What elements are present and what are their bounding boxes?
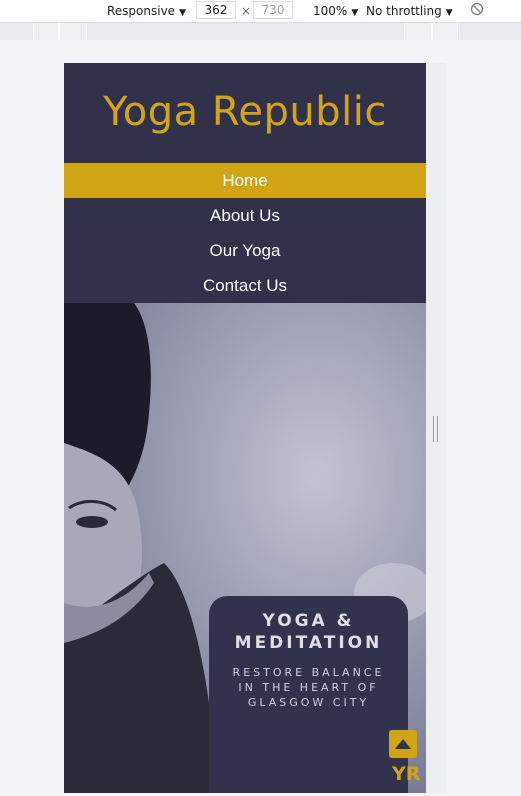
ruler-segment[interactable]	[432, 23, 458, 40]
site-logo[interactable]: Yoga Republic	[103, 89, 387, 135]
media-query-ruler[interactable]	[0, 23, 521, 40]
no-rotate-icon[interactable]	[470, 2, 484, 16]
main-nav: Home About Us Our Yoga Contact Us	[64, 163, 426, 303]
hero-section: YOGA & MEDITATION RESTORE BALANCE IN THE…	[64, 303, 426, 793]
ruler-segment[interactable]	[33, 23, 59, 40]
throttle-label: No throttling	[366, 4, 442, 18]
throttle-select[interactable]: No throttling ▼	[366, 3, 453, 21]
height-input[interactable]: 730	[253, 1, 293, 19]
caret-down-icon: ▼	[351, 8, 359, 18]
device-select[interactable]: Responsive ▼	[107, 3, 186, 21]
devtools-device-toolbar: Responsive ▼ 362 × 730 100% ▼ No throttlin…	[0, 0, 521, 23]
nav-item-home[interactable]: Home	[64, 163, 426, 198]
site-header: Yoga Republic	[64, 63, 426, 163]
triangle-up-icon	[395, 739, 411, 749]
hero-subtitle: RESTORE BALANCE IN THE HEART OF GLASGOW …	[232, 666, 385, 709]
hero-title-line2: MEDITATION	[234, 633, 383, 653]
caret-down-icon: ▼	[179, 8, 186, 18]
caret-down-icon: ▼	[445, 8, 453, 18]
hero-card: YOGA & MEDITATION RESTORE BALANCE IN THE…	[209, 596, 408, 793]
nav-item-contact-us[interactable]: Contact Us	[64, 268, 426, 303]
zoom-label: 100%	[313, 4, 348, 18]
device-label: Responsive	[107, 4, 176, 18]
zoom-select[interactable]: 100% ▼	[313, 3, 358, 21]
device-viewport: Yoga Republic Home About Us Our Yoga Con…	[64, 63, 426, 793]
nav-item-our-yoga[interactable]: Our Yoga	[64, 233, 426, 268]
ruler-segment[interactable]	[404, 23, 432, 40]
back-to-top-button[interactable]	[389, 730, 417, 758]
width-input[interactable]: 362	[196, 1, 236, 19]
hero-title-line1: YOGA &	[262, 611, 355, 631]
resize-handle[interactable]	[433, 416, 438, 442]
nav-item-about-us[interactable]: About Us	[64, 198, 426, 233]
ruler-segment[interactable]	[59, 23, 87, 40]
yr-badge: YR	[392, 763, 421, 785]
dimension-separator: ×	[241, 4, 252, 18]
